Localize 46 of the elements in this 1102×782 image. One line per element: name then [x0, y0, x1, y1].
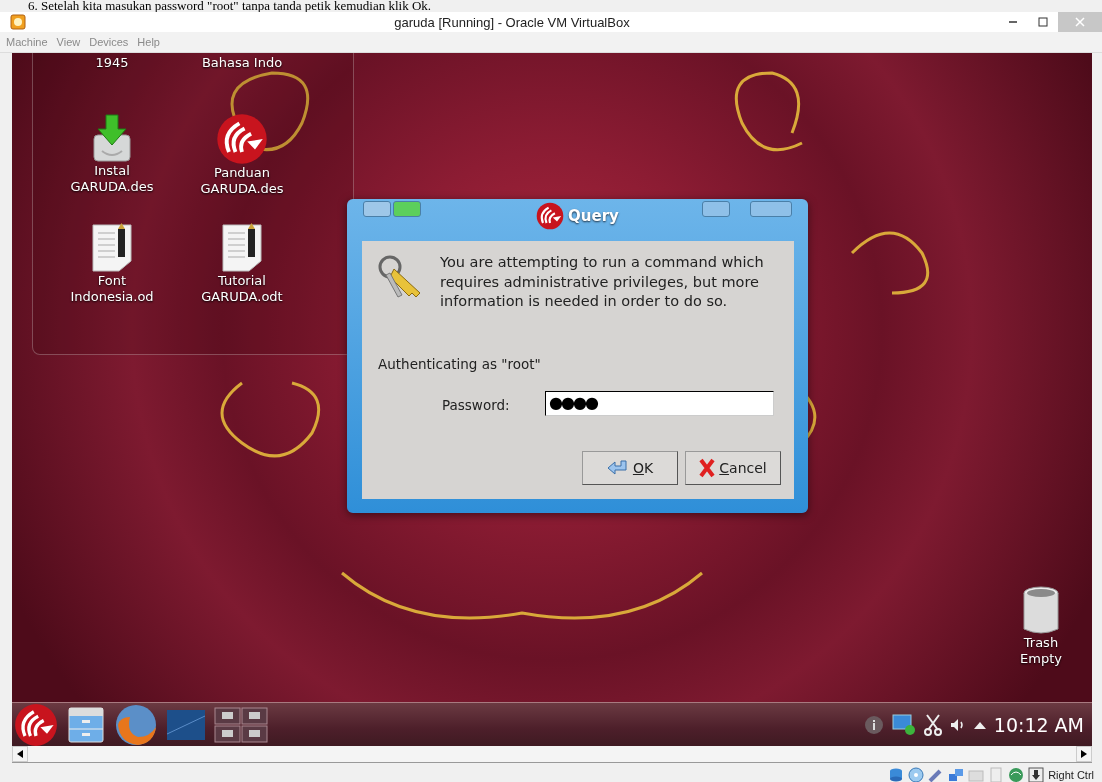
trash-can-icon[interactable] — [1020, 585, 1061, 635]
down-arrow-key-icon[interactable] — [1028, 767, 1045, 782]
maximize-icon — [1038, 17, 1048, 27]
desktop-icon-label[interactable]: 1945 — [95, 55, 129, 71]
desktop-icon-label[interactable]: Instal GARUDA.des — [70, 163, 154, 195]
app-icon — [10, 14, 26, 30]
download-drive-icon[interactable] — [90, 113, 134, 163]
speaker-icon[interactable] — [949, 717, 966, 732]
network-icon[interactable] — [948, 767, 965, 782]
close-icon — [1075, 17, 1085, 27]
return-arrow-icon — [606, 459, 629, 477]
host-key-label: Right Ctrl — [1048, 769, 1094, 781]
swirl-logo-icon[interactable] — [536, 202, 565, 230]
desktop-icon-label[interactable]: Trash Empty — [1020, 635, 1062, 667]
right-arrow-icon[interactable] — [1081, 750, 1087, 758]
desktop-icon-label[interactable]: Font Indonesia.od — [70, 273, 154, 305]
cancel-button[interactable]: Cancel — [685, 451, 781, 485]
scissors-icon[interactable] — [923, 713, 942, 736]
auth-text: Authenticating as "root" — [378, 356, 541, 372]
minimize-icon — [1008, 21, 1018, 23]
fox-globe-icon[interactable] — [114, 702, 158, 746]
swirl-logo-icon[interactable] — [216, 113, 268, 165]
info-icon[interactable] — [863, 714, 884, 735]
password-field[interactable]: ●●●● — [545, 391, 774, 416]
desktop-icon-label[interactable]: Tutorial GARUDA.odt — [201, 273, 283, 305]
clock[interactable]: 10:12 AM — [993, 713, 1084, 736]
desktop-icon-label[interactable]: Panduan GARUDA.des — [200, 165, 284, 197]
disk-icon[interactable] — [888, 767, 905, 782]
file-cabinet-icon[interactable] — [66, 704, 106, 745]
cross-icon — [699, 458, 716, 478]
document-pen-icon[interactable] — [91, 223, 133, 273]
password-label: Password: — [442, 397, 510, 413]
up-arrow-icon[interactable] — [973, 720, 986, 729]
dialog-message: You are attempting to run a command which requires administrative privileges, but more information is needed in order to do so. — [440, 253, 765, 311]
document-caption: 6. Setelah kita masukan password "root" tanpa tanda petik kemudian klik Ok. — [27, 0, 433, 12]
swirl-logo-icon[interactable] — [14, 702, 58, 746]
desktop-icon-label[interactable]: Bahasa Indo — [201, 55, 283, 71]
dialog-title: Query — [568, 207, 619, 225]
window-title: garuda [Running] - Oracle VM VirtualBox — [393, 14, 631, 30]
workspace-switcher-icon[interactable] — [214, 706, 268, 743]
monitor-screen-icon[interactable] — [166, 707, 206, 742]
document-pen-icon[interactable] — [221, 223, 263, 273]
ok-button[interactable]: OK — [582, 451, 678, 485]
left-arrow-icon[interactable] — [17, 750, 23, 758]
horizontal-scrollbar[interactable] — [12, 746, 1092, 763]
network-monitor-icon[interactable] — [891, 713, 916, 736]
